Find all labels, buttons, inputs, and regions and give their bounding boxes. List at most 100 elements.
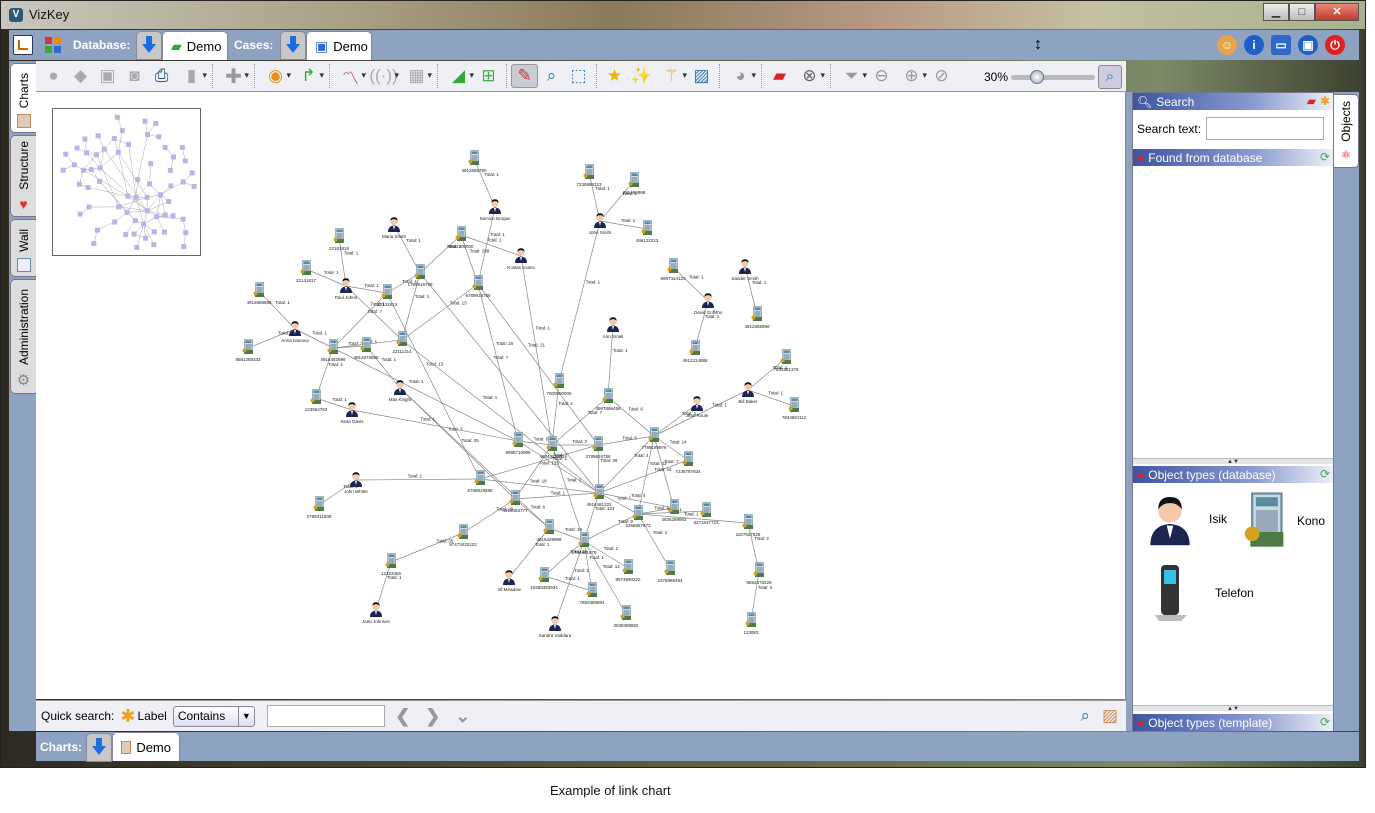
match-mode-select[interactable]: Contains ▼ [172, 705, 255, 727]
close-button[interactable]: ✕ [1315, 3, 1359, 21]
eraser-icon[interactable]: ▰ [1307, 94, 1316, 108]
zoom-reset-icon[interactable]: ⊘ [928, 64, 955, 88]
expand-results-icon[interactable]: ⌄ [451, 706, 475, 727]
lock-icon[interactable]: ▣ [1298, 35, 1318, 55]
person-node[interactable]: Jill Meadow [497, 570, 522, 592]
link-edge[interactable] [514, 498, 550, 529]
person-node[interactable]: Maria Smith [382, 217, 407, 239]
account-node[interactable]: 7000000000 [546, 373, 572, 397]
account-node[interactable]: 7789189976 [641, 427, 667, 451]
account-node[interactable]: 123983 [743, 612, 759, 636]
person-node[interactable]: Sander Smith [731, 259, 759, 281]
tab-wall[interactable]: Wall [10, 219, 36, 277]
quick-search-input[interactable] [266, 705, 385, 727]
account-node[interactable]: 4912688780 [461, 150, 487, 174]
account-node[interactable]: 1799918789 [407, 264, 433, 288]
tab-objects[interactable]: Objects ⚛ [1334, 94, 1359, 168]
account-node[interactable]: 3038398882 [613, 605, 639, 629]
link-edge[interactable] [479, 444, 599, 480]
map-icon[interactable]: ▦ [400, 64, 433, 88]
account-node[interactable]: 10489393934 [530, 567, 558, 591]
object-type-kono[interactable]: Kono [1243, 491, 1325, 551]
database-tab-demo[interactable]: ▰ Demo [162, 31, 228, 60]
clipboard-icon[interactable]: ▮ [175, 64, 208, 88]
asterisk-icon[interactable]: ✱ [1320, 94, 1330, 108]
next-result-icon[interactable]: ❯ [421, 706, 445, 727]
search-icon[interactable]: ⌕ [1080, 706, 1090, 726]
object-type-isik[interactable]: Isik [1147, 491, 1227, 547]
filter-icon[interactable]: ⏷ [835, 64, 868, 88]
redirect-arrow-icon[interactable]: ↱ [292, 64, 325, 88]
link-edge[interactable] [477, 283, 519, 442]
person-node[interactable]: Sean Davis [340, 402, 364, 424]
person-node[interactable]: Ann Small [603, 317, 624, 339]
info-icon[interactable]: i [1244, 35, 1264, 55]
magic-wand-icon[interactable]: ⚚ [655, 64, 688, 88]
link-edge[interactable] [258, 290, 296, 330]
zoom-in-icon[interactable]: ⊕ [895, 64, 928, 88]
account-node[interactable]: 4987896456 [595, 388, 621, 412]
person-node[interactable]: John Smith [589, 213, 612, 235]
dashboard-button[interactable] [43, 35, 63, 55]
link-edge[interactable] [473, 158, 496, 208]
refresh-icon[interactable]: ⟳ [1320, 467, 1330, 481]
link-edge[interactable] [399, 387, 550, 529]
link-edge[interactable] [462, 498, 516, 534]
tab-charts[interactable]: Charts [10, 63, 36, 133]
link-edge[interactable] [607, 396, 655, 437]
account-node[interactable]: 231488888 [623, 172, 646, 196]
refresh-icon[interactable]: ⟳ [1320, 715, 1330, 729]
add-icon[interactable]: ✚ [217, 64, 250, 88]
account-node[interactable]: 4916483777 [502, 490, 528, 514]
zoom-out-icon[interactable]: ⊖ [868, 64, 895, 88]
person-node[interactable]: Paul Johns [335, 278, 358, 300]
account-node[interactable]: 8998710999 [505, 432, 531, 456]
person-node[interactable]: Sandra Vaddara [539, 616, 572, 638]
account-node[interactable]: 6789918789 [465, 275, 491, 299]
minimize-button[interactable]: ▁ [1263, 3, 1289, 21]
account-node[interactable]: 2789311849 [307, 496, 332, 520]
disc-icon[interactable]: ● [40, 64, 67, 88]
account-node[interactable]: 9982300000 [448, 226, 474, 250]
link-edge[interactable] [747, 357, 787, 391]
account-node[interactable]: 22131813 [377, 284, 398, 308]
maximize-button[interactable]: □ [1289, 3, 1315, 21]
person-node[interactable]: Semion Burgas [480, 199, 512, 221]
account-node[interactable]: 7892389994 [579, 582, 605, 606]
star-icon[interactable]: ★ [601, 64, 628, 88]
object-type-telefon[interactable]: Telefon [1151, 563, 1254, 623]
link-edge[interactable] [355, 478, 481, 481]
select-area-icon[interactable]: ⬚ [565, 64, 592, 88]
account-node[interactable]: 4912888999 [744, 306, 770, 330]
search-text-input[interactable] [1206, 117, 1325, 140]
account-node[interactable]: 7236787934 [675, 451, 701, 475]
person-node[interactable]: David Griffiths [694, 293, 723, 315]
previous-result-icon[interactable]: ❮ [391, 706, 415, 727]
print-icon[interactable]: ⎙ [148, 64, 175, 88]
link-edge[interactable] [351, 409, 519, 442]
tab-administration[interactable]: Administration ⚙ [10, 279, 36, 394]
chart-tab-demo[interactable]: Demo [112, 732, 180, 761]
account-node[interactable]: 2376889494 [657, 560, 683, 584]
link-tool-icon[interactable]: ✎ [511, 64, 538, 88]
triangle-icon[interactable]: ◢ [442, 64, 475, 88]
account-node[interactable]: 8893478328 [746, 562, 772, 586]
zoom-slider-knob[interactable] [1030, 69, 1044, 84]
window-disc-icon[interactable]: ◙ [121, 64, 148, 88]
tab-structure[interactable]: Structure ♥ [10, 135, 36, 217]
user-icon[interactable]: ☺ [1217, 35, 1237, 55]
account-node[interactable]: 1744881878 [571, 532, 597, 556]
charts-dropdown-button[interactable] [86, 733, 112, 762]
account-node[interactable]: 4916888888 [246, 282, 272, 306]
link-edge[interactable] [653, 403, 698, 437]
account-node[interactable]: 8987444123 [660, 258, 686, 282]
account-node[interactable]: 12123456 [381, 553, 402, 577]
panel-splitter[interactable]: ▲▼ [1133, 458, 1333, 465]
picture-icon[interactable]: ▨ [688, 64, 715, 88]
account-node[interactable]: 4916481222 [586, 484, 612, 508]
tree-view-button[interactable] [13, 35, 33, 55]
account-node[interactable]: 4916482999 [320, 339, 346, 363]
account-node[interactable]: 1187827828 [736, 514, 761, 538]
account-node[interactable]: 7844881112 [782, 397, 807, 421]
delete-icon[interactable]: ⊗ [793, 64, 826, 88]
